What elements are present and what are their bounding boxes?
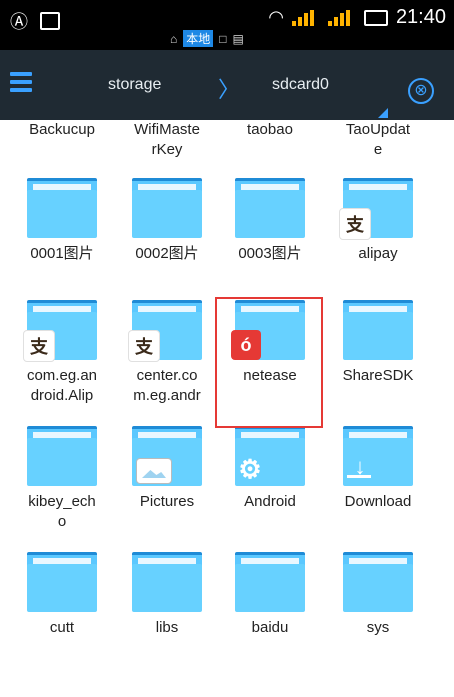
folder-icon [343,552,413,612]
folder-icon [132,178,202,238]
folder-tile[interactable]: Pictures [115,426,219,546]
folder-name: baidu [251,619,289,636]
battery-icon [363,9,388,26]
clock-time: 21:40 [395,6,446,28]
folder-tile[interactable]: ⚙ Android [218,426,322,546]
folder-icon [235,552,305,612]
folder-name: center.co m.eg.andr [133,367,201,404]
folder-icon: 支 [128,300,202,362]
status-right-icons: ◠ 21:40 [268,6,446,29]
selection-highlight [215,297,323,428]
status-left-icons: Ⓐ [10,8,60,34]
folder-tile[interactable]: cutt [10,552,114,672]
breadcrumb-separator-icon: 〉 [218,77,241,102]
folder-name: alipay [358,245,398,262]
folder-icon [235,178,305,238]
folder-label-wifimasterkey[interactable]: WifiMaste rKey [115,120,219,160]
home-icon: ⌂ [170,31,178,46]
folder-name: com.eg.an droid.Alip [26,367,98,404]
folder-icon [343,300,413,360]
folder-icon [27,552,97,612]
folder-tile[interactable]: 支 center.co m.eg.andr [115,300,219,420]
folder-name: 0003图片 [238,245,302,262]
wifi-icon: ◠ [268,7,284,27]
menu-button[interactable] [10,72,38,96]
folder-icon [132,552,202,612]
breadcrumb-storage[interactable]: storage [108,76,161,94]
folder-label-taoupdate[interactable]: TaoUpdat e [326,120,430,160]
alipay-icon: 支 [339,208,371,240]
folder-tile[interactable]: sys [326,552,430,672]
folder-tile[interactable]: 0001图片 [10,178,114,298]
folder-tile[interactable]: kibey_ech o [10,426,114,546]
folder-name: 0002图片 [135,245,199,262]
signal-icon-2 [327,9,356,26]
folder-icon [132,426,202,486]
breadcrumb-sdcard0[interactable]: sdcard0 [272,76,329,94]
folder-label-backucup[interactable]: Backucup [10,120,114,140]
app-notification-icon: Ⓐ [10,12,28,32]
alipay-icon: 支 [23,330,55,362]
folder-tile[interactable]: 0002图片 [115,178,219,298]
folder-name: sys [366,619,390,636]
folder-name: libs [155,619,179,636]
gear-icon: ⚙ [238,453,262,484]
folder-tile[interactable]: 支 com.eg.an droid.Alip [10,300,114,420]
folder-icon: ↓ [343,426,413,486]
folder-icon [27,178,97,238]
download-icon: ↓ [345,452,375,482]
dropdown-corner-icon[interactable] [378,108,388,118]
folder-tile[interactable]: 支 alipay [326,178,430,298]
folder-tile[interactable]: libs [115,552,219,672]
folder-icon: 支 [339,178,413,240]
path-bar: storage 〉 sdcard0 ⊗ [0,50,454,120]
folder-icon: 支 [23,300,97,362]
folder-name: ShareSDK [342,367,414,384]
folder-label-taobao[interactable]: taobao [218,120,322,140]
square-icon: □ [219,31,227,46]
folder-name: 0001图片 [30,245,94,262]
folder-name: cutt [49,619,75,636]
local-badge: 本地 [183,30,214,47]
close-icon[interactable]: ⊗ [408,78,434,104]
signal-icon [291,9,320,26]
folder-icon: ⚙ [235,426,305,486]
device-icon: ▤ [232,31,244,46]
status-bar: Ⓐ ⌂ 本地 □ ▤ ◠ 21:40 [0,0,454,50]
pictures-icon [136,458,172,484]
folder-tile[interactable]: 0003图片 [218,178,322,298]
folder-name: Download [344,493,412,510]
folder-name: Pictures [139,493,195,510]
folder-name: Android [244,493,296,510]
image-notification-icon [40,12,60,30]
folder-tile[interactable]: ShareSDK [326,300,430,420]
status-sub-row: ⌂ 本地 □ ▤ [170,30,244,47]
folder-tile[interactable]: ↓ Download [326,426,430,546]
folder-icon [27,426,97,486]
folder-name: kibey_ech o [28,493,96,530]
folder-tile[interactable]: baidu [218,552,322,672]
alipay-icon: 支 [128,330,160,362]
